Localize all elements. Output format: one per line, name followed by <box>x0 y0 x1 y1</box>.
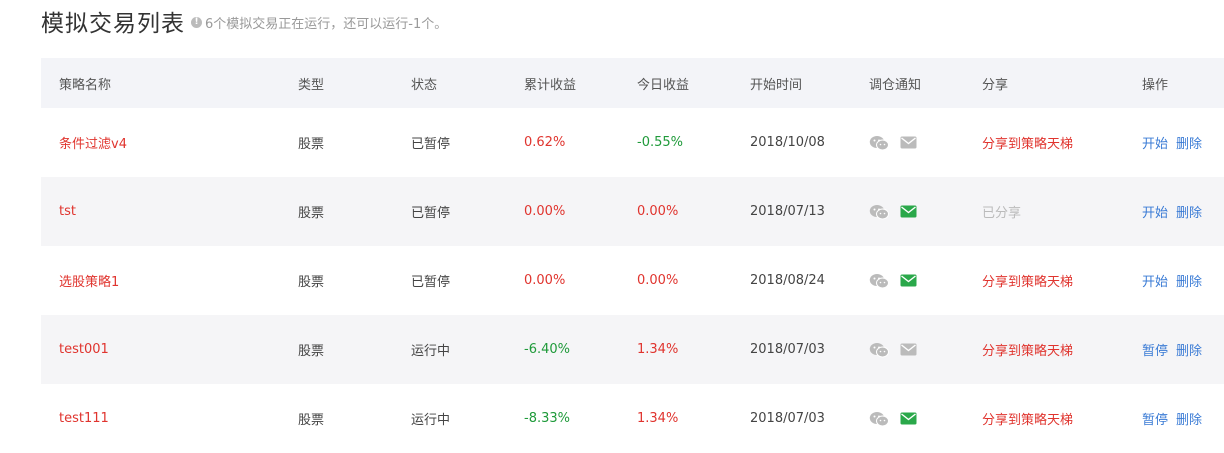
strategy-table: 策略名称 类型 状态 累计收益 今日收益 开始时间 调仓通知 分享 操作 条件过… <box>41 58 1224 453</box>
delete-button[interactable]: 删除 <box>1176 137 1202 152</box>
start-date: 2018/08/24 <box>750 273 825 288</box>
table-row: 条件过滤v4 股票 已暂停 0.62% -0.55% 2018/10/08 分享… <box>41 108 1224 177</box>
mail-icon[interactable] <box>900 343 917 356</box>
table-row: test001 股票 运行中 -6.40% 1.34% 2018/07/03 分… <box>41 315 1224 384</box>
strategy-name-link[interactable]: 条件过滤v4 <box>59 137 127 152</box>
wechat-icon[interactable] <box>869 273 889 289</box>
column-header-share: 分享 <box>982 58 1142 108</box>
strategy-type: 股票 <box>298 206 325 221</box>
share-link[interactable]: 分享到策略天梯 <box>982 137 1073 152</box>
column-header-today-return: 今日收益 <box>637 58 750 108</box>
cumulative-return: 0.00% <box>524 273 566 288</box>
start-pause-button[interactable]: 开始 <box>1142 206 1168 221</box>
delete-button[interactable]: 删除 <box>1176 275 1202 290</box>
share-link[interactable]: 分享到策略天梯 <box>982 413 1073 428</box>
mail-icon[interactable] <box>900 205 917 218</box>
info-icon: ! <box>191 17 202 28</box>
column-header-type: 类型 <box>298 58 411 108</box>
cumulative-return: 0.00% <box>524 204 566 219</box>
cumulative-return: -8.33% <box>524 411 570 426</box>
mail-icon[interactable] <box>900 136 917 149</box>
notify-icons <box>869 204 982 220</box>
share-link: 已分享 <box>982 206 1022 221</box>
strategy-status: 运行中 <box>411 344 451 359</box>
strategy-status: 已暂停 <box>411 206 451 221</box>
share-link[interactable]: 分享到策略天梯 <box>982 275 1073 290</box>
delete-button[interactable]: 删除 <box>1176 206 1202 221</box>
cumulative-return: 0.62% <box>524 135 566 150</box>
delete-button[interactable]: 删除 <box>1176 344 1202 359</box>
wechat-icon[interactable] <box>869 135 889 151</box>
wechat-icon[interactable] <box>869 342 889 358</box>
wechat-icon[interactable] <box>869 411 889 427</box>
today-return: -0.55% <box>637 135 683 150</box>
strategy-name-link[interactable]: 选股策略1 <box>59 275 119 290</box>
start-date: 2018/07/03 <box>750 411 825 426</box>
column-header-cum-return: 累计收益 <box>524 58 637 108</box>
wechat-icon[interactable] <box>869 204 889 220</box>
strategy-type: 股票 <box>298 137 325 152</box>
share-link[interactable]: 分享到策略天梯 <box>982 344 1073 359</box>
notify-icons <box>869 273 982 289</box>
notify-icons <box>869 135 982 151</box>
start-pause-button[interactable]: 开始 <box>1142 137 1168 152</box>
strategy-status: 已暂停 <box>411 137 451 152</box>
strategy-type: 股票 <box>298 344 325 359</box>
strategy-type: 股票 <box>298 413 325 428</box>
start-date: 2018/07/13 <box>750 204 825 219</box>
delete-button[interactable]: 删除 <box>1176 413 1202 428</box>
column-header-name: 策略名称 <box>41 58 298 108</box>
start-date: 2018/07/03 <box>750 342 825 357</box>
strategy-name-link[interactable]: test001 <box>59 342 109 357</box>
table-header-row: 策略名称 类型 状态 累计收益 今日收益 开始时间 调仓通知 分享 操作 <box>41 58 1224 108</box>
today-return: 1.34% <box>637 342 679 357</box>
header: 模拟交易列表 ! 6个模拟交易正在运行，还可以运行-1个。 <box>41 4 447 38</box>
today-return: 1.34% <box>637 411 679 426</box>
notify-icons <box>869 342 982 358</box>
strategy-type: 股票 <box>298 275 325 290</box>
start-pause-button[interactable]: 开始 <box>1142 275 1168 290</box>
notify-icons <box>869 411 982 427</box>
mail-icon[interactable] <box>900 274 917 287</box>
table-row: tst 股票 已暂停 0.00% 0.00% 2018/07/13 已分享 开始… <box>41 177 1224 246</box>
cumulative-return: -6.40% <box>524 342 570 357</box>
page: 模拟交易列表 ! 6个模拟交易正在运行，还可以运行-1个。 策略名称 类型 状态… <box>0 0 1224 432</box>
start-date: 2018/10/08 <box>750 135 825 150</box>
table-row: 选股策略1 股票 已暂停 0.00% 0.00% 2018/08/24 分享到策… <box>41 246 1224 315</box>
strategy-status: 运行中 <box>411 413 451 428</box>
column-header-notify: 调仓通知 <box>869 58 982 108</box>
start-pause-button[interactable]: 暂停 <box>1142 344 1168 359</box>
today-return: 0.00% <box>637 204 679 219</box>
start-pause-button[interactable]: 暂停 <box>1142 413 1168 428</box>
strategy-name-link[interactable]: tst <box>59 204 76 219</box>
running-hint: ! 6个模拟交易正在运行，还可以运行-1个。 <box>191 13 447 32</box>
mail-icon[interactable] <box>900 412 917 425</box>
column-header-actions: 操作 <box>1142 58 1224 108</box>
page-title: 模拟交易列表 <box>41 11 185 37</box>
column-header-status: 状态 <box>411 58 524 108</box>
strategy-status: 已暂停 <box>411 275 451 290</box>
table-row: test111 股票 运行中 -8.33% 1.34% 2018/07/03 分… <box>41 384 1224 453</box>
strategy-name-link[interactable]: test111 <box>59 411 109 426</box>
today-return: 0.00% <box>637 273 679 288</box>
running-hint-text: 6个模拟交易正在运行，还可以运行-1个。 <box>205 17 448 32</box>
column-header-start-time: 开始时间 <box>750 58 869 108</box>
